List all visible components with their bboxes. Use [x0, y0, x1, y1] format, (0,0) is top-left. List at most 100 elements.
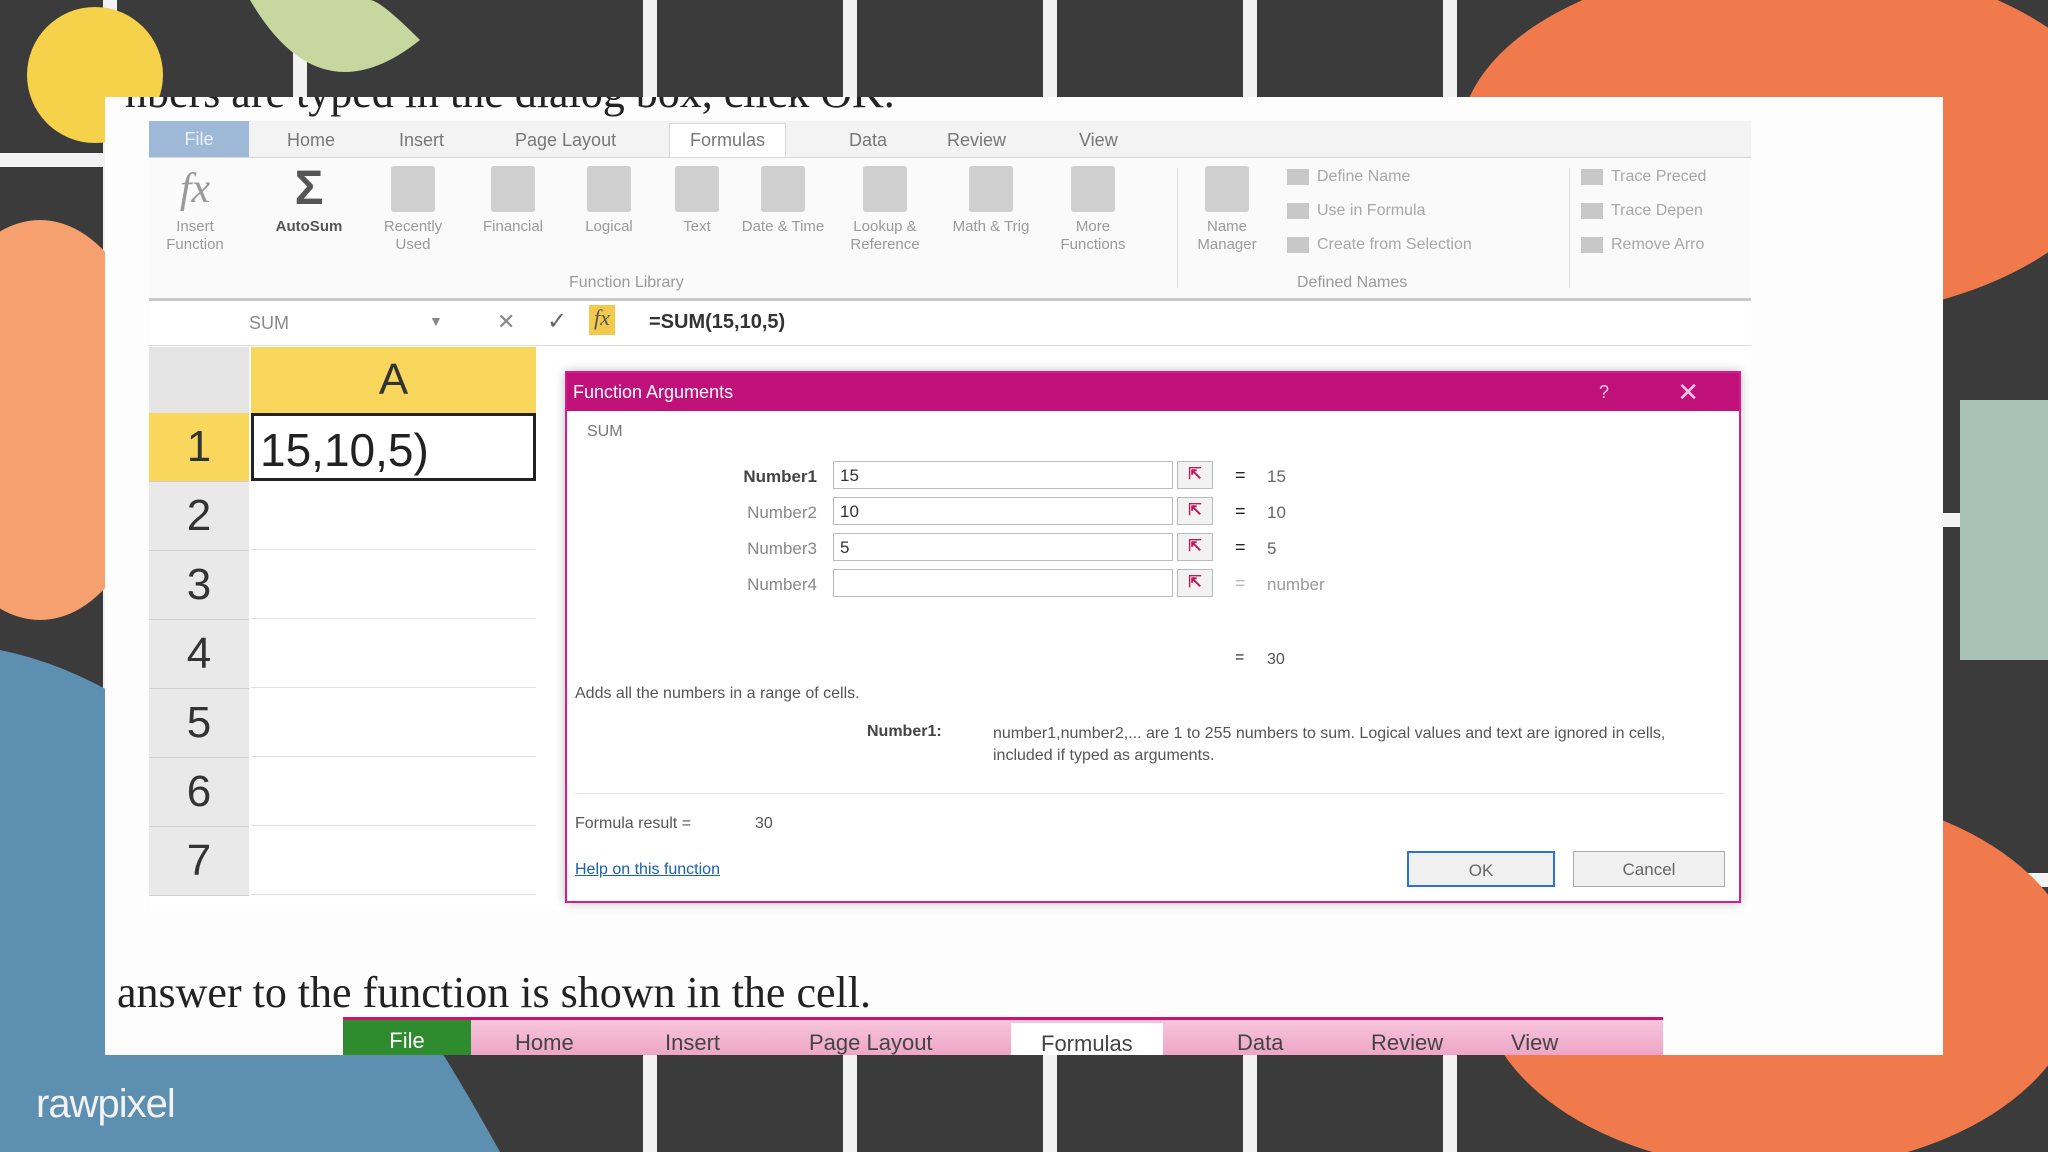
number1-input[interactable]: 15	[833, 461, 1173, 489]
cell[interactable]	[251, 758, 536, 826]
tab-data[interactable]: Data	[1237, 1030, 1283, 1055]
formula-result-label: Formula result =	[575, 815, 692, 832]
formula-input[interactable]: =SUM(15,10,5)	[649, 311, 785, 334]
cell[interactable]	[251, 551, 536, 619]
name-box[interactable]: SUM	[249, 313, 289, 334]
tab-review[interactable]: Review	[947, 130, 1006, 151]
formula-bar: SUM ▼ ✕ ✓ fx =SUM(15,10,5)	[149, 301, 1751, 346]
tab-view[interactable]: View	[1511, 1030, 1558, 1055]
help-on-function-link[interactable]: Help on this function	[575, 861, 720, 879]
equals-sign: =	[1235, 465, 1246, 485]
argument-result: number	[1267, 575, 1325, 594]
range-picker-icon[interactable]: ⇱	[1177, 461, 1213, 489]
tab-home[interactable]: Home	[287, 130, 335, 151]
selection-icon	[1287, 236, 1309, 253]
lookup-reference-button[interactable]: Lookup & Reference	[833, 166, 937, 254]
define-name-button[interactable]: Define Name	[1287, 168, 1410, 186]
tab-formulas[interactable]: Formulas	[1011, 1023, 1163, 1055]
group-divider	[1177, 168, 1178, 288]
name-manager-icon	[1205, 166, 1249, 212]
excel-screenshot: File Home Insert Page Layout Formulas Da…	[149, 121, 1751, 911]
range-picker-icon[interactable]: ⇱	[1177, 497, 1213, 525]
tab-view[interactable]: View	[1079, 130, 1118, 151]
autosum-button[interactable]: Σ AutoSum	[263, 165, 355, 236]
trace-dependents-button[interactable]: Trace Depen	[1581, 202, 1703, 220]
argument-help-text: number1,number2,... are 1 to 255 numbers…	[993, 725, 1666, 764]
equals-sign: =	[1235, 573, 1246, 593]
function-arguments-dialog: Function Arguments ? ✕ SUM Number1 15 ⇱ …	[565, 371, 1741, 903]
enter-check-icon[interactable]: ✓	[547, 307, 567, 336]
book-icon	[491, 166, 535, 212]
number4-input[interactable]	[833, 569, 1173, 597]
slide-instruction-text: nbers are typed in the dialog box, click…	[125, 97, 895, 118]
books-icon	[1071, 166, 1115, 212]
cell-a1[interactable]: 15,10,5)	[251, 413, 536, 481]
tab-insert[interactable]: Insert	[665, 1030, 720, 1055]
argument-help-label: Number1:	[867, 723, 942, 740]
create-from-selection-button[interactable]: Create from Selection	[1287, 236, 1472, 254]
logical-button[interactable]: Logical	[563, 166, 655, 236]
more-functions-button[interactable]: More Functions	[1043, 166, 1143, 254]
slide: nbers are typed in the dialog box, click…	[105, 97, 1943, 1055]
number3-input[interactable]: 5	[833, 533, 1173, 561]
row-header[interactable]: 4	[149, 620, 249, 689]
math-trig-button[interactable]: Math & Trig	[945, 166, 1037, 236]
cell[interactable]	[251, 482, 536, 550]
select-all-corner[interactable]	[149, 347, 249, 413]
argument-label: Number3	[747, 539, 817, 558]
argument-row-number3: Number3 5 ⇱ = 5	[567, 533, 1739, 565]
financial-button[interactable]: Financial	[467, 166, 559, 236]
insert-function-button[interactable]: fx Insert Function	[149, 166, 241, 254]
tab-data[interactable]: Data	[849, 130, 887, 151]
question-book-icon	[587, 166, 631, 212]
tab-file[interactable]: File	[149, 121, 249, 157]
tab-page-layout[interactable]: Page Layout	[809, 1030, 933, 1055]
function-description: Adds all the numbers in a range of cells…	[575, 685, 860, 702]
range-picker-icon[interactable]: ⇱	[1177, 533, 1213, 561]
close-icon[interactable]: ✕	[1677, 373, 1699, 411]
row-header[interactable]: 5	[149, 689, 249, 758]
tab-formulas[interactable]: Formulas	[669, 123, 787, 157]
number2-input[interactable]: 10	[833, 497, 1173, 525]
tab-home[interactable]: Home	[515, 1030, 574, 1055]
cell[interactable]	[251, 620, 536, 688]
ok-button[interactable]: OK	[1407, 851, 1555, 887]
eraser-icon	[1581, 236, 1603, 253]
use-in-formula-button[interactable]: Use in Formula	[1287, 202, 1425, 220]
tab-page-layout[interactable]: Page Layout	[515, 130, 616, 151]
row-header[interactable]: 6	[149, 758, 249, 827]
formula-icon	[1287, 202, 1309, 219]
tab-file[interactable]: File	[343, 1020, 471, 1055]
fx-insert-function-icon[interactable]: fx	[589, 305, 615, 335]
argument-row-number2: Number2 10 ⇱ = 10	[567, 497, 1739, 529]
date-time-button[interactable]: Date & Time	[737, 166, 829, 236]
text-button[interactable]: Text	[651, 166, 743, 236]
clock-book-icon	[761, 166, 805, 212]
tab-insert[interactable]: Insert	[399, 130, 444, 151]
chevron-down-icon[interactable]: ▼	[429, 313, 443, 329]
column-header-a[interactable]: A	[251, 347, 536, 413]
cancel-button[interactable]: Cancel	[1573, 851, 1725, 887]
row-header[interactable]: 1	[149, 413, 249, 482]
row-header[interactable]: 7	[149, 827, 249, 896]
cell[interactable]	[251, 689, 536, 757]
argument-row-number4: Number4 ⇱ = number	[567, 569, 1739, 601]
equals-sign: =	[1235, 537, 1246, 557]
text-book-icon	[675, 166, 719, 212]
row-header[interactable]: 3	[149, 551, 249, 620]
tab-review[interactable]: Review	[1371, 1030, 1443, 1055]
formulas-ribbon: fx Insert Function Σ AutoSum Recently Us…	[149, 158, 1751, 301]
cancel-icon[interactable]: ✕	[497, 309, 515, 335]
help-icon[interactable]: ?	[1599, 373, 1609, 411]
trace-precedents-button[interactable]: Trace Preced	[1581, 168, 1706, 186]
argument-result: 15	[1267, 467, 1286, 486]
cell[interactable]	[251, 827, 536, 895]
recently-used-button[interactable]: Recently Used	[367, 166, 459, 254]
row-header[interactable]: 2	[149, 482, 249, 551]
range-picker-icon[interactable]: ⇱	[1177, 569, 1213, 597]
argument-label: Number1	[743, 467, 817, 486]
function-total: 30	[1267, 651, 1285, 668]
name-manager-button[interactable]: Name Manager	[1181, 166, 1273, 254]
remove-arrows-button[interactable]: Remove Arro	[1581, 236, 1704, 254]
group-divider	[1569, 168, 1570, 288]
